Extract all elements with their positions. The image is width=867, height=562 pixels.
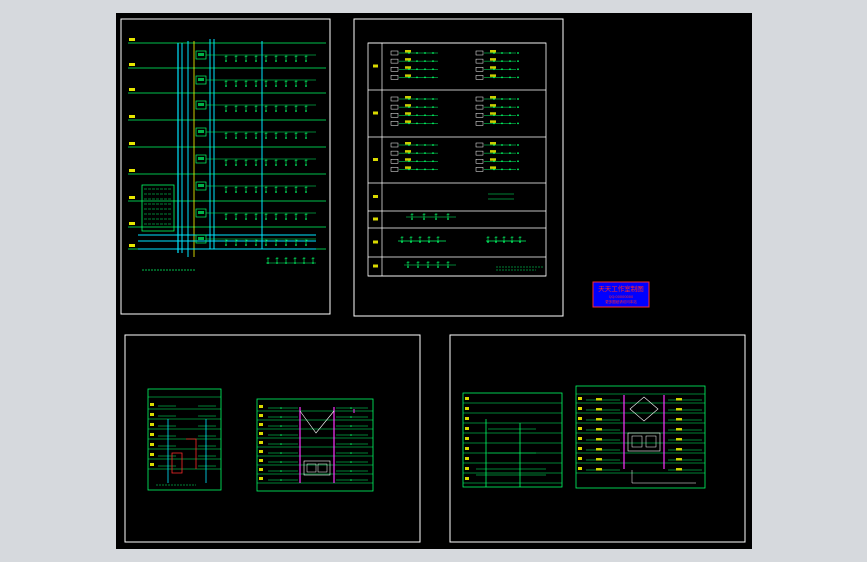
floor-labels [129, 38, 135, 247]
stamp-line-3: 更多图纸请访问本站 [605, 299, 637, 304]
sheet-riser-diagram-2[interactable] [124, 334, 421, 543]
sub-diagram-a [147, 388, 222, 491]
sheet-riser-diagram-3[interactable] [449, 334, 746, 543]
watermark-stamp: 天天工作室制图 QQ:00000000 更多图纸请访问本站 [592, 281, 650, 308]
cad-model-viewport[interactable]: 天天工作室制图 QQ:00000000 更多图纸请访问本站 [116, 13, 752, 549]
sub-diagram-b [256, 398, 374, 492]
riser-bus [138, 39, 316, 257]
system-circuits [390, 50, 526, 268]
floor-lines [128, 42, 326, 250]
stamp-line-2: QQ:00000000 [609, 295, 634, 299]
sub-diagram-d [575, 385, 706, 489]
sub-diagram-c [462, 392, 563, 488]
cad-drawing-canvas[interactable]: 天天工作室制图 QQ:00000000 更多图纸请访问本站 [116, 13, 752, 549]
legend-notes-block [141, 184, 175, 232]
branch-circuits [206, 54, 316, 264]
sheet-riser-diagram-1[interactable] [120, 18, 331, 315]
stamp-line-1: 天天工作室制图 [598, 284, 644, 293]
sheet-distribution-system-diagram[interactable] [353, 18, 564, 317]
